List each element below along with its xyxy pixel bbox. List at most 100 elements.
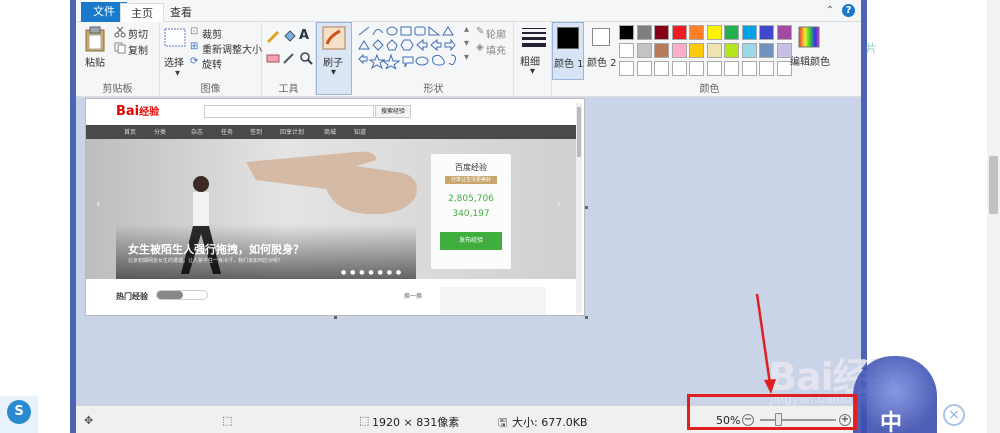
color-swatch[interactable] (706, 61, 722, 76)
magnifier-icon[interactable] (299, 51, 313, 65)
resize-handle-bottom[interactable] (334, 316, 337, 319)
paste-button[interactable]: 粘贴 (85, 54, 105, 69)
resize-handle-right[interactable] (585, 206, 588, 209)
background-page-text: 片 (866, 42, 877, 55)
shapes-gallery[interactable] (357, 25, 463, 69)
selection-size-icon: ⬚ (222, 414, 233, 427)
color-swatch[interactable] (741, 61, 757, 76)
select-icon[interactable] (164, 28, 186, 48)
text-tool-icon[interactable]: A (299, 28, 309, 43)
rotate-button[interactable]: 旋转 (202, 56, 222, 71)
shot-nav-item: 回享计划 (280, 129, 305, 136)
color-palette (619, 25, 794, 79)
color-swatch[interactable] (671, 25, 687, 40)
color-swatch[interactable] (724, 43, 739, 58)
color-swatch[interactable] (706, 25, 722, 40)
color-swatch[interactable] (689, 61, 704, 76)
colors-group: 颜色 1 颜色 2 编辑颜色 颜色 (552, 22, 861, 97)
shot-side-box (440, 287, 546, 315)
tools-group-label: 工具 (278, 84, 299, 95)
color-swatch[interactable] (724, 61, 739, 76)
canvas-image[interactable]: Bai经验 搜索经验 首页 分类 杂志 任务 签到 回享计划 商城 知道 ‹ ›… (85, 98, 585, 316)
shapes-scroll-up-icon[interactable]: ▴ (464, 24, 469, 35)
color-swatch[interactable] (689, 25, 704, 40)
shot-publish-button: 发布经验 (440, 232, 502, 250)
baidu-logo-suffix: 经验 (139, 107, 160, 118)
shot-hero-subtitle: 北京初期网友女生的遭遇，让人禁不住一身冷汗，我们该如何应对呢？ (128, 258, 284, 264)
color-swatch[interactable] (706, 43, 722, 58)
color-swatch[interactable] (619, 25, 634, 40)
fill-button[interactable]: 填充 (486, 42, 506, 57)
tab-home[interactable]: 主页 (120, 3, 164, 22)
fill-bucket-icon[interactable] (282, 30, 296, 44)
color2-swatch (592, 28, 610, 46)
ribbon-collapse-icon[interactable]: ⌃ (824, 5, 836, 17)
color-swatch[interactable] (654, 61, 669, 76)
color-swatch[interactable] (654, 25, 669, 40)
size-button[interactable]: 粗细 ▾ (516, 22, 552, 97)
color-swatch[interactable] (636, 43, 652, 58)
select-dropdown-icon[interactable]: ▾ (175, 68, 180, 79)
color-swatch[interactable] (636, 25, 652, 40)
shot-next-arrow-icon: › (556, 197, 561, 211)
cut-button[interactable]: 剪切 (128, 26, 148, 41)
shot-search-box (204, 105, 374, 118)
close-icon[interactable]: × (943, 404, 965, 426)
color-swatch[interactable] (671, 61, 687, 76)
shapes-scroll-down-icon[interactable]: ▾ (464, 38, 469, 49)
ribbon: 粘贴 剪切 复制 剪贴板 选择 ▾ ⊡ 裁剪 ⊞ 重新调整大小 ⟳ 旋转 图像 … (76, 22, 861, 97)
shot-hero-banner: ‹ › 女生被陌生人强行拖拽，如何脱身？ 北京初期网友女生的遭遇，让人禁不住一身… (86, 139, 582, 279)
shapes-group: ▴ ▾ ▾ ✎ 轮廓 ◈ 填充 形状 (354, 22, 514, 97)
color-swatch[interactable] (776, 25, 792, 40)
color1-swatch (557, 27, 579, 49)
edit-colors-button[interactable]: 编辑颜色 (790, 53, 830, 68)
browser-scrollbar[interactable] (987, 0, 1000, 433)
canvas-area[interactable]: Bai经验 搜索经验 首页 分类 杂志 任务 签到 回享计划 商城 知道 ‹ ›… (76, 98, 861, 405)
cut-icon (114, 26, 126, 38)
shot-card-tag: 分享让生活更美好 (444, 176, 497, 184)
pencil-icon[interactable] (266, 30, 280, 44)
image-dimensions: 1920 × 831像素 (372, 416, 460, 429)
help-icon[interactable]: ? (842, 4, 855, 17)
color2-button[interactable]: 颜色 2 (586, 22, 617, 80)
tab-view[interactable]: 查看 (160, 3, 202, 22)
color-swatch[interactable] (724, 25, 739, 40)
paste-icon[interactable] (84, 26, 106, 52)
size-dropdown-icon[interactable]: ▾ (530, 66, 535, 77)
floating-widget[interactable]: S (0, 396, 38, 433)
color-swatch[interactable] (619, 61, 634, 76)
color-swatch[interactable] (689, 43, 704, 58)
color-swatch[interactable] (654, 43, 669, 58)
shot-search-button: 搜索经验 (375, 105, 411, 118)
baidu-logo: Bai经验 (116, 103, 159, 119)
shapes-expand-icon[interactable]: ▾ (464, 52, 469, 63)
color-swatch[interactable] (741, 25, 757, 40)
resize-button[interactable]: 重新调整大小 (202, 41, 262, 56)
shot-nav-item: 签到 (250, 129, 263, 136)
file-size: 大小: 677.0KB (512, 416, 588, 429)
brush-button[interactable]: 刷子 ▾ (316, 22, 352, 95)
color-swatch[interactable] (759, 43, 774, 58)
select-button[interactable]: 选择 (164, 54, 184, 69)
color1-button[interactable]: 颜色 1 (552, 22, 584, 80)
resize-handle-corner[interactable] (585, 316, 588, 319)
copy-button[interactable]: 复制 (128, 42, 148, 57)
fill-icon: ◈ (476, 42, 484, 53)
eraser-icon[interactable] (266, 52, 280, 64)
color-swatch[interactable] (759, 61, 774, 76)
color-swatch[interactable] (636, 61, 652, 76)
edit-colors-icon[interactable] (798, 26, 820, 48)
browser-scroll-thumb[interactable] (989, 156, 998, 214)
shot-nav-item: 任务 (221, 129, 234, 136)
crop-button[interactable]: 裁剪 (202, 26, 222, 41)
image-group-label: 图像 (200, 84, 221, 95)
colors-group-label: 颜色 (699, 84, 720, 95)
color-swatch[interactable] (759, 25, 774, 40)
color-swatch[interactable] (671, 43, 687, 58)
color-picker-icon[interactable] (282, 51, 296, 65)
color-swatch[interactable] (741, 43, 757, 58)
brush-dropdown-icon[interactable]: ▾ (331, 67, 336, 78)
image-dimensions-icon: ⬚ (359, 414, 370, 427)
color-swatch[interactable] (619, 43, 634, 58)
outline-button[interactable]: 轮廓 (486, 26, 506, 41)
